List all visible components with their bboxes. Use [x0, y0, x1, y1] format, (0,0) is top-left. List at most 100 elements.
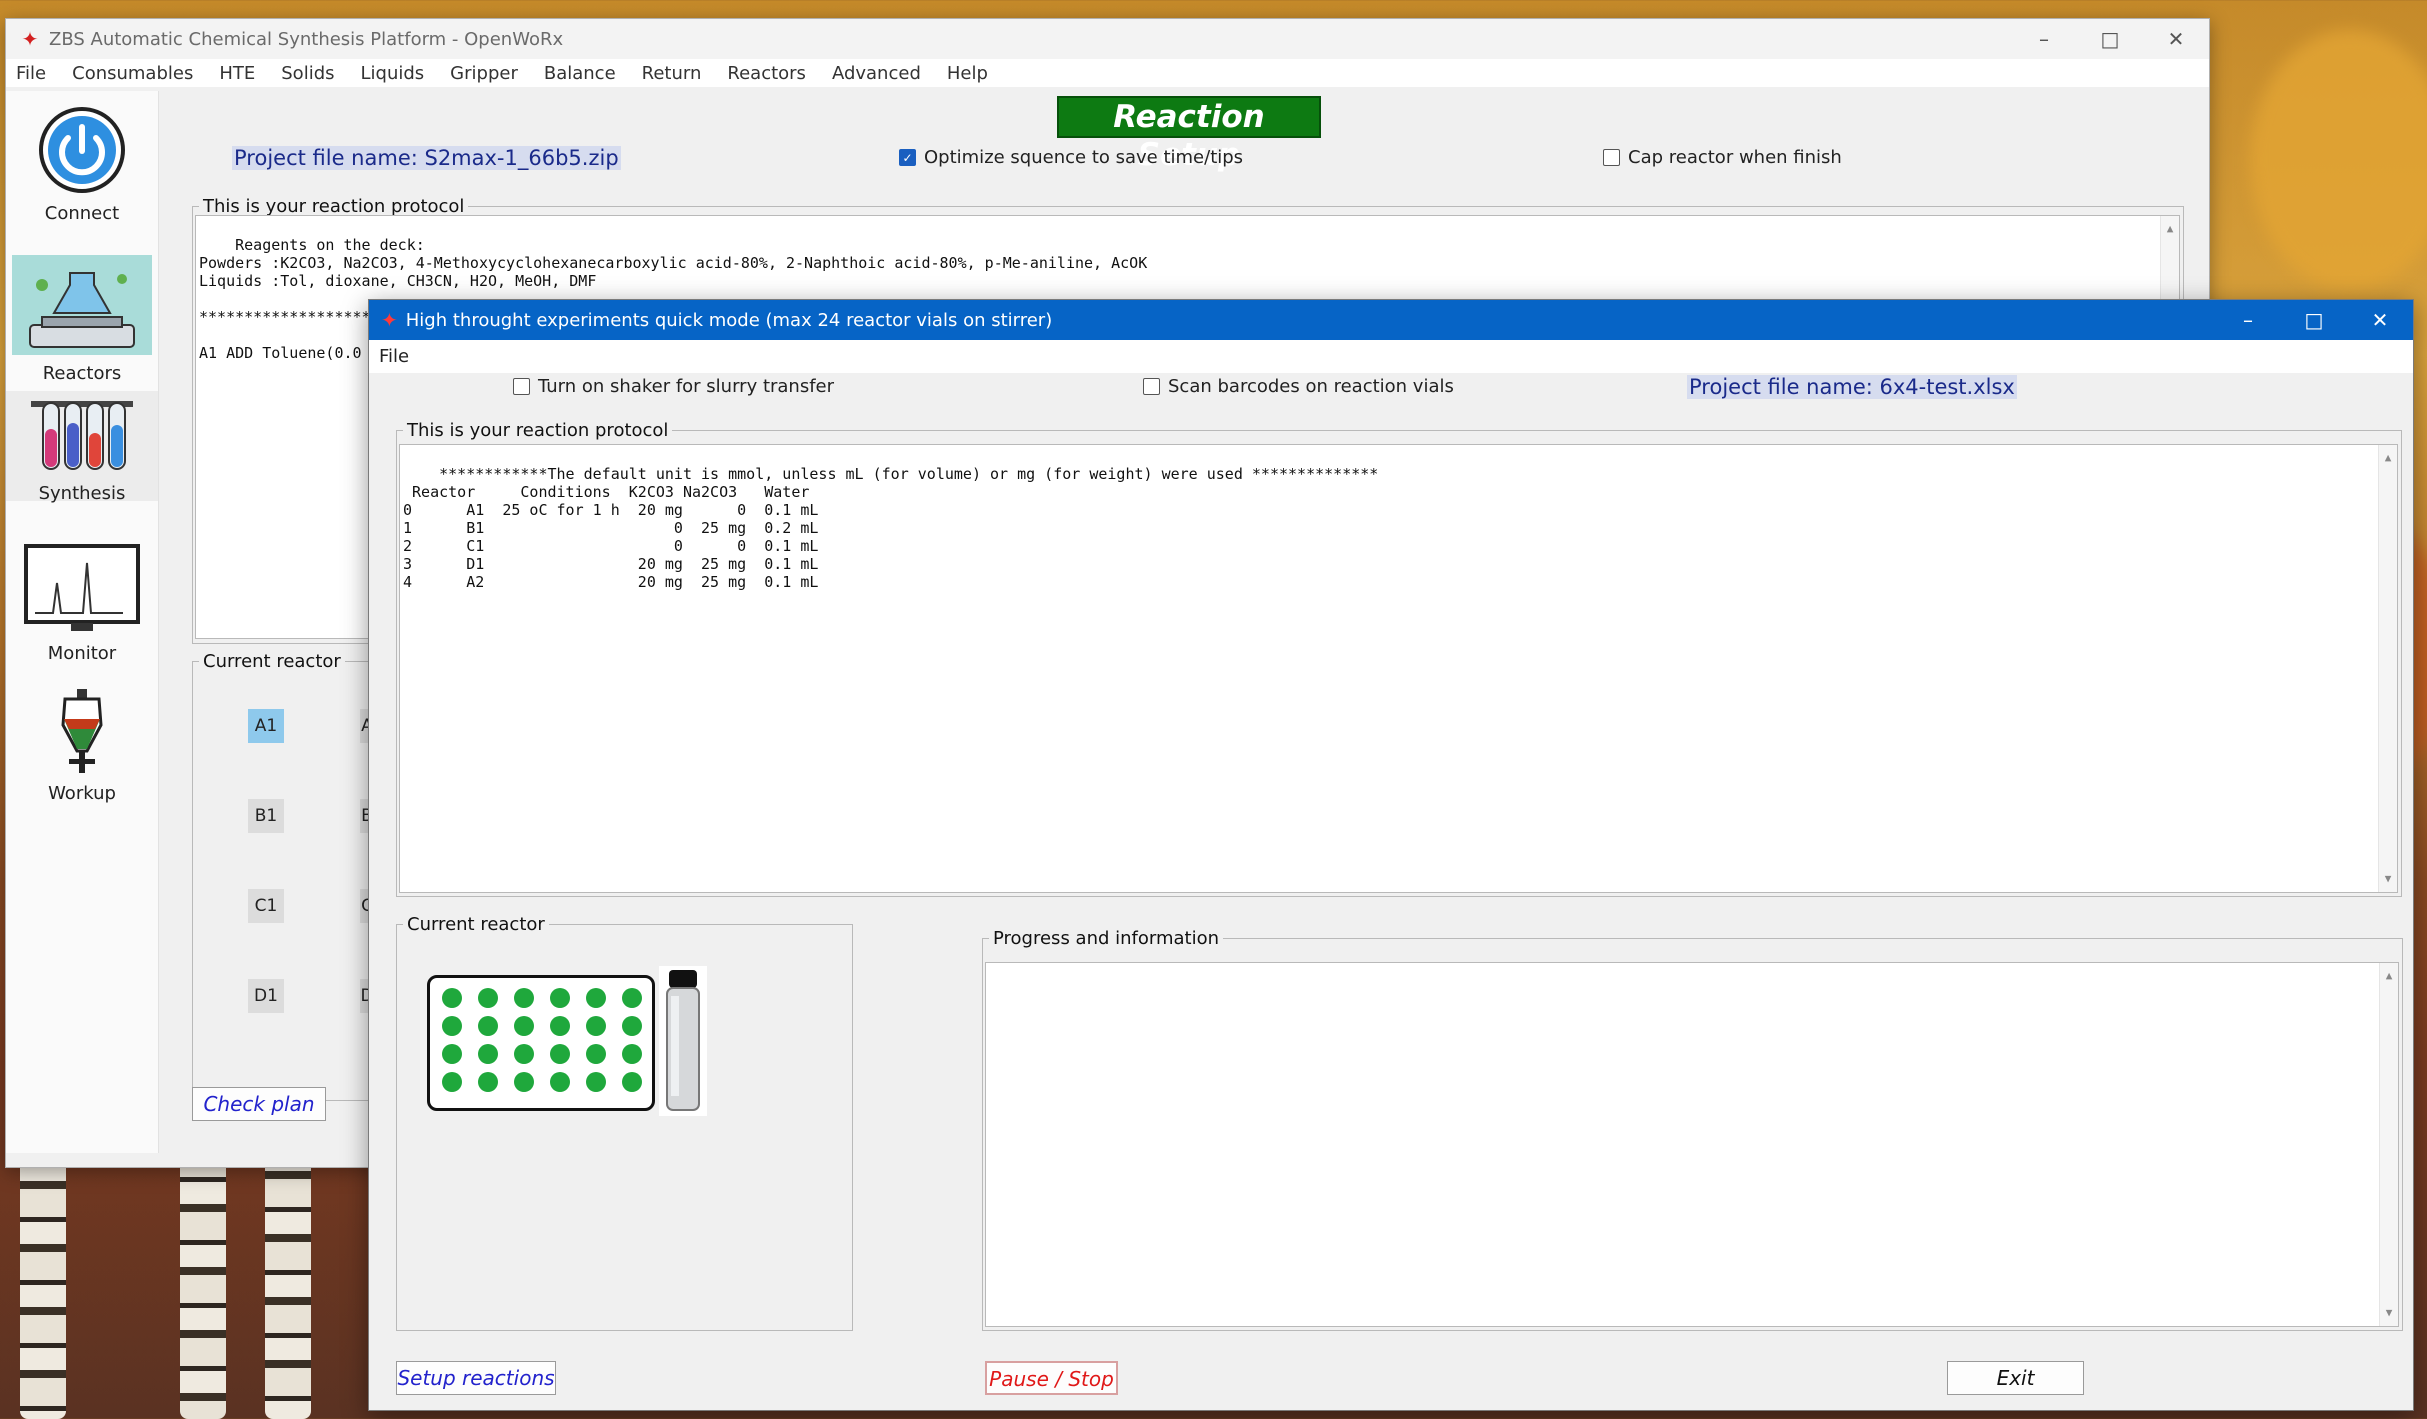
main-protocol-legend: This is your reaction protocol	[203, 196, 465, 217]
reactor-button-a1[interactable]: A1	[248, 709, 284, 743]
shaker-box	[513, 378, 530, 395]
plate-well[interactable]	[550, 1072, 570, 1092]
menu-liquids[interactable]: Liquids	[361, 63, 425, 84]
power-icon	[39, 107, 125, 193]
plate-well[interactable]	[622, 1072, 642, 1092]
shaker-label: Turn on shaker for slurry transfer	[538, 376, 835, 397]
barcode-checkbox[interactable]: Scan barcodes on reaction vials	[1143, 376, 1454, 397]
hte-protocol-textarea[interactable]: ************The default unit is mmol, un…	[399, 444, 2398, 893]
minimize-icon[interactable]: –	[2011, 19, 2077, 59]
plate-well[interactable]	[478, 1072, 498, 1092]
menu-balance[interactable]: Balance	[544, 63, 616, 84]
reactor-button-b1[interactable]: B1	[248, 799, 284, 833]
exit-button[interactable]: Exit	[1947, 1361, 2084, 1395]
plate-well[interactable]	[442, 1044, 462, 1064]
plate-well[interactable]	[622, 1016, 642, 1036]
plate-well[interactable]	[550, 1044, 570, 1064]
plate-well[interactable]	[442, 1016, 462, 1036]
plate-well[interactable]	[586, 1016, 606, 1036]
main-titlebar[interactable]: ✦ ZBS Automatic Chemical Synthesis Platf…	[6, 19, 2209, 59]
hte-app-logo-icon: ✦	[381, 308, 398, 332]
progress-scroll-down-icon[interactable]: ▼	[2380, 1304, 2398, 1322]
plate-well[interactable]	[514, 988, 534, 1008]
sidebar-item-connect[interactable]: Connect	[6, 97, 158, 247]
hte-project-file-name: Project file name: 6x4-test.xlsx	[1687, 375, 2017, 399]
plate-well[interactable]	[622, 988, 642, 1008]
menu-consumables[interactable]: Consumables	[72, 63, 193, 84]
reactor-button-d1[interactable]: D1	[248, 979, 284, 1013]
setup-reactions-button[interactable]: Setup reactions	[396, 1361, 556, 1395]
hte-protocol-scroll-up-icon[interactable]: ▲	[2379, 449, 2397, 467]
optimize-label: Optimize squence to save time/tips	[924, 147, 1244, 168]
plate-well[interactable]	[622, 1044, 642, 1064]
hte-protocol-text: ************The default unit is mmol, un…	[403, 465, 1379, 591]
plate-well[interactable]	[586, 988, 606, 1008]
sidebar: Connect Reactors Synthesis Monitor Worku…	[6, 91, 159, 1153]
progress-scroll-up-icon[interactable]: ▲	[2380, 967, 2398, 985]
menu-hte[interactable]: HTE	[219, 63, 255, 84]
plate-well[interactable]	[442, 1072, 462, 1092]
test-tubes-icon	[31, 401, 133, 470]
optimize-checkbox[interactable]: ✓ Optimize squence to save time/tips	[899, 147, 1243, 168]
plate-well[interactable]	[550, 988, 570, 1008]
plate-well[interactable]	[478, 1016, 498, 1036]
sidebar-item-monitor[interactable]: Monitor	[6, 543, 158, 673]
hte-protocol-legend: This is your reaction protocol	[407, 420, 669, 441]
hte-protocol-scrollbar[interactable]: ▲ ▼	[2378, 445, 2397, 892]
pause-stop-button[interactable]: Pause / Stop	[985, 1361, 1118, 1395]
sidebar-label-synthesis: Synthesis	[38, 483, 126, 504]
plate-well[interactable]	[514, 1044, 534, 1064]
menu-advanced[interactable]: Advanced	[832, 63, 921, 84]
plate-well[interactable]	[514, 1072, 534, 1092]
plate-well[interactable]	[478, 1044, 498, 1064]
hte-titlebar[interactable]: ✦ High throught experiments quick mode (…	[369, 300, 2413, 340]
hte-protocol-scroll-down-icon[interactable]: ▼	[2379, 870, 2397, 888]
main-project-file-name: Project file name: S2max-1_66b5.zip	[232, 146, 621, 170]
reactor-button-c1[interactable]: C1	[248, 889, 284, 923]
main-window-title: ZBS Automatic Chemical Synthesis Platfor…	[49, 28, 564, 50]
plate-well[interactable]	[478, 988, 498, 1008]
sidebar-item-synthesis[interactable]: Synthesis	[6, 391, 158, 504]
scroll-up-icon[interactable]: ▲	[2161, 220, 2179, 238]
reactor-plate[interactable]	[427, 975, 655, 1111]
hte-menu-file[interactable]: File	[379, 346, 409, 367]
hte-minimize-icon[interactable]: –	[2215, 300, 2281, 340]
close-icon[interactable]: ✕	[2143, 19, 2209, 59]
plate-well[interactable]	[586, 1072, 606, 1092]
separatory-funnel-icon	[61, 689, 103, 773]
hte-window: ✦ High throught experiments quick mode (…	[368, 299, 2414, 1411]
sidebar-item-workup[interactable]: Workup	[6, 689, 158, 809]
sidebar-label-workup: Workup	[48, 783, 116, 804]
menu-return[interactable]: Return	[642, 63, 702, 84]
barcode-box	[1143, 378, 1160, 395]
flask-stirrer-icon	[12, 255, 152, 355]
progress-textarea[interactable]: ▲ ▼	[985, 962, 2399, 1327]
menu-gripper[interactable]: Gripper	[450, 63, 518, 84]
monitor-chart-icon	[24, 544, 140, 631]
sidebar-label-monitor: Monitor	[47, 643, 117, 664]
menu-reactors[interactable]: Reactors	[727, 63, 806, 84]
menu-file[interactable]: File	[16, 63, 46, 84]
cap-reactor-checkbox[interactable]: Cap reactor when finish	[1603, 147, 1842, 168]
progress-legend: Progress and information	[993, 928, 1220, 949]
hte-close-icon[interactable]: ✕	[2347, 300, 2413, 340]
optimize-check-icon: ✓	[899, 149, 916, 166]
check-plan-button[interactable]: Check plan	[192, 1087, 326, 1121]
hte-menubar: File	[369, 340, 2413, 373]
cap-reactor-label: Cap reactor when finish	[1628, 147, 1842, 168]
hte-maximize-icon[interactable]: □	[2281, 300, 2347, 340]
progress-scrollbar[interactable]: ▲ ▼	[2379, 963, 2398, 1326]
menu-help[interactable]: Help	[947, 63, 988, 84]
barcode-label: Scan barcodes on reaction vials	[1168, 376, 1454, 397]
menu-solids[interactable]: Solids	[281, 63, 334, 84]
shaker-checkbox[interactable]: Turn on shaker for slurry transfer	[513, 376, 834, 397]
plate-well[interactable]	[442, 988, 462, 1008]
plate-well[interactable]	[514, 1016, 534, 1036]
main-current-reactor-legend: Current reactor	[203, 651, 341, 672]
plate-well[interactable]	[586, 1044, 606, 1064]
sidebar-item-reactors[interactable]: Reactors	[6, 251, 158, 391]
plate-well[interactable]	[550, 1016, 570, 1036]
maximize-icon[interactable]: □	[2077, 19, 2143, 59]
reaction-setup-title: Reaction Setup	[1057, 96, 1321, 173]
sidebar-label-connect: Connect	[44, 203, 120, 224]
